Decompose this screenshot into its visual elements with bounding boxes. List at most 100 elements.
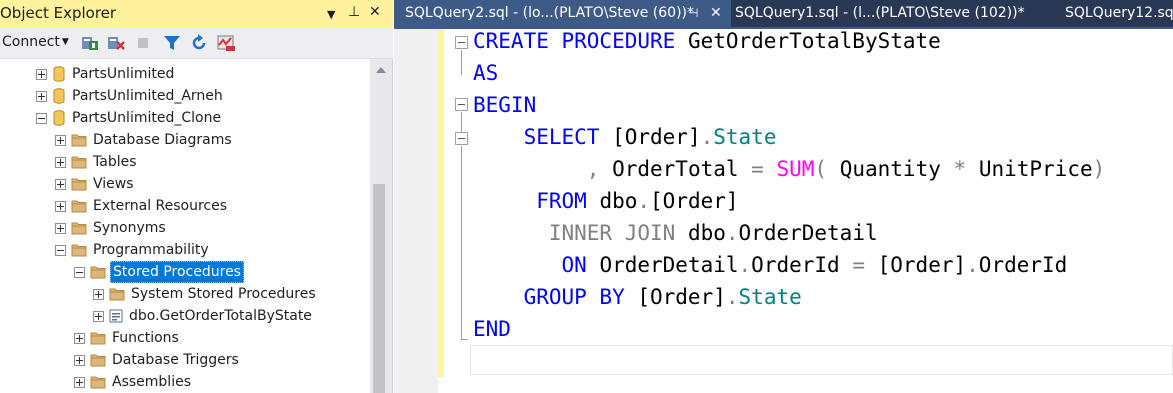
code-token: OrderId <box>751 253 853 277</box>
chevron-down-icon: ▼ <box>61 37 69 47</box>
folder-icon <box>71 133 91 147</box>
close-tab-icon[interactable]: ✕ <box>710 0 722 27</box>
fold-guide <box>461 146 462 339</box>
tree-node[interactable]: External Resources <box>55 195 229 217</box>
activity-monitor-icon[interactable] <box>216 33 236 53</box>
fold-guide <box>461 112 462 132</box>
expand-icon[interactable] <box>55 222 66 234</box>
code-line[interactable]: ON OrderDetail.OrderId = [Order].OrderId <box>473 249 1068 281</box>
expand-icon[interactable] <box>55 156 66 168</box>
code-token: INNER JOIN <box>473 221 676 245</box>
tree-node[interactable]: Programmability <box>55 239 211 261</box>
code-token: FROM <box>473 189 587 213</box>
code-token: OrderTotal <box>599 157 752 181</box>
tree-node[interactable]: dbo.GetOrderTotalByState <box>93 305 314 327</box>
expand-icon[interactable] <box>36 90 47 102</box>
code-line[interactable]: FROM dbo.[Order] <box>473 185 738 217</box>
code-line[interactable]: GROUP BY [Order].State <box>473 281 802 313</box>
collapse-icon[interactable] <box>55 244 66 256</box>
code-token: SUM <box>776 157 815 181</box>
expand-icon[interactable] <box>74 376 85 388</box>
code-token: SELECT <box>473 125 600 149</box>
expand-icon[interactable] <box>55 200 66 212</box>
folder-icon <box>90 375 110 389</box>
collapse-icon[interactable] <box>455 36 468 49</box>
tab-sqlquery1[interactable]: SQLQuery1.sql - (l...(PLATO\Steve (102))… <box>735 0 1025 27</box>
pin-tab-icon[interactable]: ⊣ <box>688 0 698 27</box>
tab-label: SQLQuery2.sql - (lo...(PLATO\Steve (60))… <box>405 5 694 21</box>
expand-icon[interactable] <box>93 288 104 300</box>
close-panel-icon[interactable]: ✕ <box>369 3 381 21</box>
code-line[interactable]: INNER JOIN dbo.OrderDetail <box>473 217 878 249</box>
connect-icon[interactable] <box>80 33 100 53</box>
tab-sqlquery12[interactable]: SQLQuery12.sql <box>1065 0 1173 27</box>
collapse-icon[interactable] <box>36 112 47 124</box>
code-token: [Order] <box>624 285 726 309</box>
code-line[interactable]: , OrderTotal = SUM( Quantity * UnitPrice… <box>473 153 1105 185</box>
tree-node[interactable]: PartsUnlimited_Arneh <box>36 85 225 107</box>
collapse-icon[interactable] <box>455 132 468 145</box>
fold-end-marker <box>461 339 468 340</box>
tree-node[interactable]: Database Triggers <box>74 349 241 371</box>
tree-node-label: Views <box>93 176 134 192</box>
filter-icon[interactable] <box>162 33 182 53</box>
tree-node-label: Tables <box>93 154 137 170</box>
code-token: [Order] <box>599 125 701 149</box>
expand-icon[interactable] <box>93 310 104 322</box>
code-token: dbo <box>675 221 726 245</box>
code-token: UnitPrice <box>966 157 1093 181</box>
tree-node-label: PartsUnlimited <box>72 66 175 82</box>
folder-icon <box>90 265 110 279</box>
tree-node[interactable]: Assemblies <box>74 371 193 393</box>
connect-button[interactable]: Connect ▼ <box>2 34 69 50</box>
tree-scrollbar[interactable] <box>370 59 392 393</box>
expand-icon[interactable] <box>55 178 66 190</box>
tree-node[interactable]: Stored Procedures <box>74 261 244 283</box>
tree-node[interactable]: PartsUnlimited_Clone <box>36 107 223 129</box>
tree-node[interactable]: Tables <box>55 151 139 173</box>
code-line[interactable]: END <box>473 313 511 345</box>
current-line-highlight <box>470 345 1173 375</box>
tree-node[interactable]: System Stored Procedures <box>93 283 318 305</box>
tree-node[interactable]: Synonyms <box>55 217 168 239</box>
tree-node[interactable]: Views <box>55 173 136 195</box>
pin-icon[interactable]: ⊥ <box>348 3 360 21</box>
code-line[interactable]: AS <box>473 57 498 89</box>
folder-icon <box>71 243 91 257</box>
code-token: State <box>713 125 777 149</box>
panel-dropdown-icon[interactable]: ▼ <box>327 6 335 24</box>
expand-icon[interactable] <box>74 354 85 366</box>
code-token: . <box>738 253 752 277</box>
code-token: . <box>637 189 651 213</box>
code-line[interactable]: CREATE PROCEDURE GetOrderTotalByState <box>473 25 941 57</box>
tree-node[interactable]: PartsUnlimited <box>36 63 176 85</box>
folder-icon <box>109 287 129 301</box>
expand-icon[interactable] <box>55 134 66 146</box>
stop-icon[interactable] <box>133 33 153 53</box>
expand-icon[interactable] <box>36 68 47 80</box>
database-icon <box>52 66 70 82</box>
tree-node[interactable]: Functions <box>74 327 181 349</box>
collapse-icon[interactable] <box>74 266 85 278</box>
collapse-icon[interactable] <box>455 98 468 111</box>
code-token: . <box>725 221 739 245</box>
scroll-up-icon[interactable] <box>376 67 386 73</box>
code-token: Quantity <box>827 157 954 181</box>
refresh-icon[interactable] <box>189 33 209 53</box>
object-explorer-tree: PartsUnlimited PartsUnlimited_Arneh PartsU… <box>0 59 370 393</box>
document-tab-strip: SQLQuery2.sql - (lo...(PLATO\Steve (60))… <box>394 0 1173 27</box>
code-token: ON <box>473 253 587 277</box>
tree-node-label: External Resources <box>93 198 228 214</box>
code-token: ) <box>1092 157 1106 181</box>
expand-icon[interactable] <box>74 332 85 344</box>
folder-icon <box>71 199 91 213</box>
code-line[interactable]: BEGIN <box>473 89 536 121</box>
scrollbar-thumb[interactable] <box>373 184 385 393</box>
tree-node[interactable]: Database Diagrams <box>55 129 234 151</box>
connect-label: Connect <box>2 34 60 50</box>
disconnect-icon[interactable] <box>106 33 126 53</box>
code-token: * <box>953 157 967 181</box>
code-line[interactable]: SELECT [Order].State <box>473 121 777 153</box>
tree-node-label: Database Triggers <box>112 352 239 368</box>
